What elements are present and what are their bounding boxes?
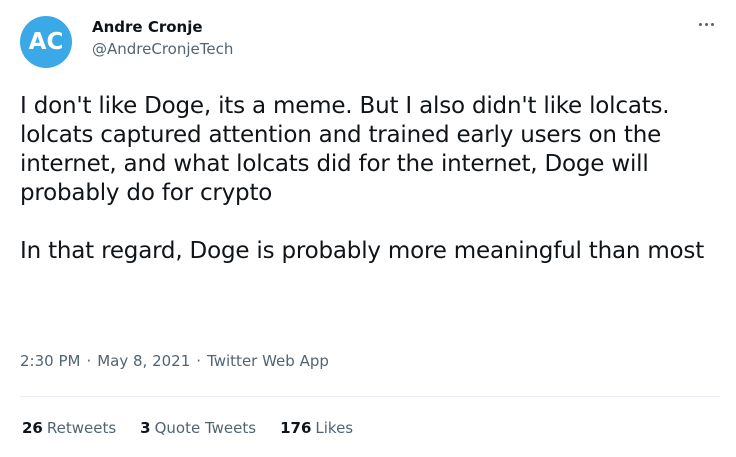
tweet-source[interactable]: Twitter Web App <box>207 352 329 370</box>
tweet-stats: 26 Retweets 3 Quote Tweets 176 Likes <box>22 419 353 437</box>
author-names: Andre Cronje @AndreCronjeTech <box>92 16 233 60</box>
retweets-label: Retweets <box>46 419 117 437</box>
user-handle[interactable]: @AndreCronjeTech <box>92 38 233 60</box>
tweet-time[interactable]: 2:30 PM <box>20 352 80 370</box>
quote-tweets-stat[interactable]: 3 Quote Tweets <box>140 419 256 437</box>
tweet-card: AC Andre Cronje @AndreCronjeTech I don't… <box>0 0 736 457</box>
display-name[interactable]: Andre Cronje <box>92 16 233 38</box>
more-dot <box>698 22 702 26</box>
likes-count: 176 <box>280 419 312 437</box>
more-options-icon[interactable] <box>694 16 718 32</box>
meta-separator: · <box>196 352 202 370</box>
retweets-count: 26 <box>22 419 43 437</box>
tweet-meta: 2:30 PM · May 8, 2021 · Twitter Web App <box>20 352 329 370</box>
tweet-date[interactable]: May 8, 2021 <box>97 352 190 370</box>
likes-stat[interactable]: 176 Likes <box>280 419 353 437</box>
retweets-stat[interactable]: 26 Retweets <box>22 419 116 437</box>
avatar[interactable]: AC <box>20 16 72 68</box>
divider <box>20 396 720 397</box>
likes-label: Likes <box>315 419 354 437</box>
meta-separator: · <box>86 352 92 370</box>
tweet-text: I don't like Doge, its a meme. But I als… <box>20 93 705 264</box>
quote-tweets-count: 3 <box>140 419 151 437</box>
tweet-header: AC Andre Cronje @AndreCronjeTech <box>20 16 233 68</box>
more-dot <box>704 22 708 26</box>
quote-tweets-label: Quote Tweets <box>154 419 257 437</box>
more-dot <box>710 22 714 26</box>
